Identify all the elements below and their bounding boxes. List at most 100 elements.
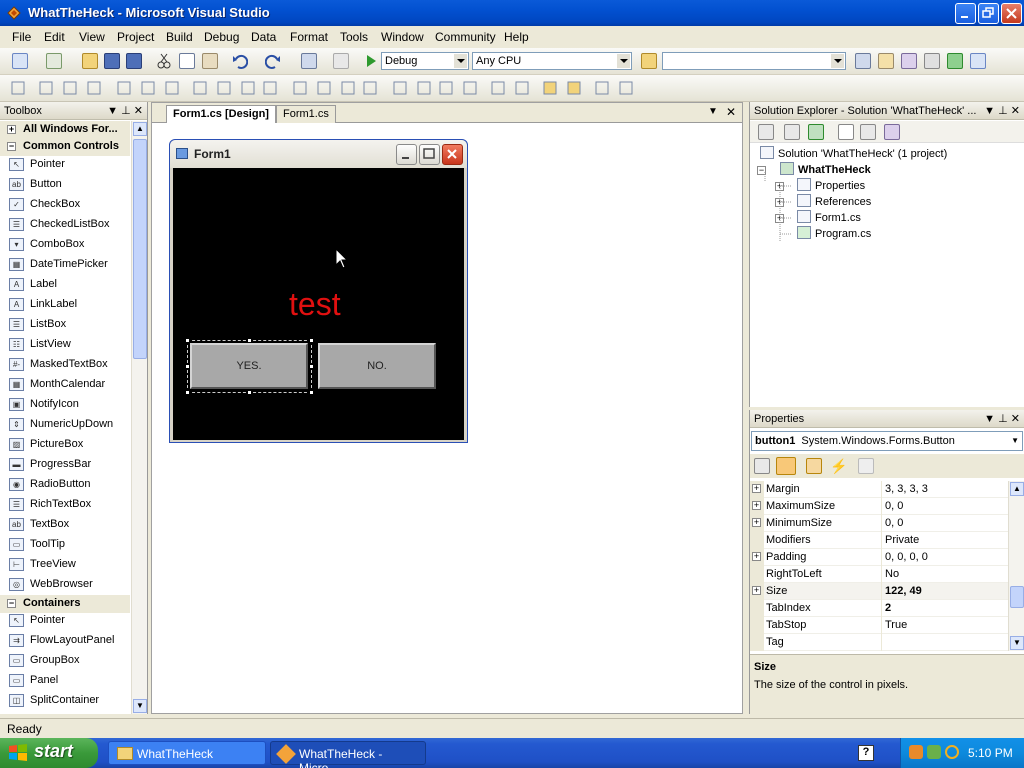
menu-file[interactable]: File	[12, 30, 31, 44]
form1-client-area[interactable]: test YES. NO.	[173, 168, 464, 440]
solution-configuration-combo[interactable]: Debug	[381, 52, 469, 70]
properties-view-icon[interactable]	[806, 458, 822, 474]
toolbox-item-webbrowser[interactable]: ◎ WebBrowser	[0, 575, 130, 595]
dropdown-icon[interactable]: ▼	[107, 105, 118, 117]
property-value[interactable]: 0, 0	[885, 517, 903, 529]
resize-handle[interactable]	[247, 338, 252, 343]
expand-icon[interactable]: +	[752, 552, 761, 561]
resize-handle[interactable]	[309, 390, 314, 395]
property-value[interactable]: 0, 0	[885, 500, 903, 512]
toolbox-item-checkbox[interactable]: ✓ CheckBox	[0, 195, 130, 215]
property-value[interactable]: No	[885, 568, 899, 580]
start-page-icon[interactable]	[947, 53, 963, 69]
redo-icon[interactable]	[265, 53, 281, 69]
property-row-tag[interactable]: Tag	[750, 634, 1008, 651]
navigate-forward-icon[interactable]	[333, 53, 349, 69]
pin-icon[interactable]: ⊥	[998, 413, 1008, 425]
toolbox-item-checkedlistbox[interactable]: ☰ CheckedListBox	[0, 215, 130, 235]
class-diagram-icon[interactable]	[884, 124, 900, 140]
paste-icon[interactable]	[202, 53, 218, 69]
minimize-button[interactable]	[955, 3, 976, 24]
cut-icon[interactable]	[156, 53, 172, 69]
expand-icon[interactable]: +	[7, 125, 16, 134]
pin-icon[interactable]: ⊥	[998, 105, 1008, 117]
tab-form1-code[interactable]: Form1.cs	[276, 105, 336, 123]
dropdown-icon[interactable]: ▼	[984, 105, 995, 117]
dropdown-icon[interactable]: ▼	[984, 413, 995, 425]
close-document-icon[interactable]: ✕	[726, 105, 736, 119]
menu-project[interactable]: Project	[117, 30, 154, 44]
toolbox-item-listbox[interactable]: ☰ ListBox	[0, 315, 130, 335]
start-button[interactable]: start	[0, 738, 98, 768]
toolbox-item-maskedtextbox[interactable]: #- MaskedTextBox	[0, 355, 130, 375]
property-row-minimumsize[interactable]: + MinimumSize 0, 0	[750, 515, 1008, 532]
property-row-modifiers[interactable]: Modifiers Private	[750, 532, 1008, 549]
menu-build[interactable]: Build	[166, 30, 193, 44]
properties-window-icon[interactable]	[878, 53, 894, 69]
menu-data[interactable]: Data	[251, 30, 276, 44]
open-file-icon[interactable]	[82, 53, 98, 69]
close-icon[interactable]: ✕	[1011, 105, 1020, 117]
toolbox-item-tooltip[interactable]: ▭ ToolTip	[0, 535, 130, 555]
expand-icon[interactable]: +	[752, 518, 761, 527]
menu-edit[interactable]: Edit	[44, 30, 65, 44]
property-row-righttoleft[interactable]: RightToLeft No	[750, 566, 1008, 583]
form-minimize-button[interactable]	[396, 144, 417, 165]
menu-format[interactable]: Format	[290, 30, 328, 44]
solution-platform-combo[interactable]: Any CPU	[472, 52, 632, 70]
toolbox-item-radiobutton[interactable]: ◉ RadioButton	[0, 475, 130, 495]
menu-tools[interactable]: Tools	[340, 30, 368, 44]
taskbar-item-visual-studio[interactable]: WhatTheHeck - Micro...	[270, 741, 426, 768]
collapse-icon[interactable]: −	[7, 142, 16, 151]
show-all-files-icon[interactable]	[784, 124, 800, 140]
form-maximize-button[interactable]	[419, 144, 440, 165]
scrollbar-thumb[interactable]	[133, 139, 147, 359]
object-selector-combo[interactable]: button1 System.Windows.Forms.Button ▼	[751, 431, 1023, 451]
resize-handle[interactable]	[309, 364, 314, 369]
properties-scrollbar[interactable]: ▲ ▼	[1008, 481, 1024, 651]
property-row-size[interactable]: + Size 122, 49	[750, 583, 1008, 600]
toolbox-item-combobox[interactable]: ▾ ComboBox	[0, 235, 130, 255]
find-combo[interactable]	[662, 52, 846, 70]
property-row-margin[interactable]: + Margin 3, 3, 3, 3	[750, 481, 1008, 498]
toolbox-item-linklabel[interactable]: A LinkLabel	[0, 295, 130, 315]
chevron-down-icon[interactable]	[831, 54, 844, 68]
scroll-down-icon[interactable]: ▼	[1010, 636, 1024, 650]
property-row-maximumsize[interactable]: + MaximumSize 0, 0	[750, 498, 1008, 515]
property-row-padding[interactable]: + Padding 0, 0, 0, 0	[750, 549, 1008, 566]
copy-icon[interactable]	[179, 53, 195, 69]
toolbox-item-pointer[interactable]: ↖ Pointer	[0, 155, 130, 175]
scroll-up-icon[interactable]: ▲	[1010, 482, 1024, 496]
toolbox-category-common-controls[interactable]: − Common Controls	[0, 138, 130, 156]
command-window-icon[interactable]	[970, 53, 986, 69]
form1-title-bar[interactable]: Form1	[170, 140, 467, 168]
object-browser-icon[interactable]	[901, 53, 917, 69]
chevron-down-icon[interactable]	[617, 54, 630, 68]
toolbox-item-groupbox[interactable]: ▭ GroupBox	[0, 651, 130, 671]
scroll-down-icon[interactable]: ▼	[133, 699, 147, 713]
property-value[interactable]: True	[885, 619, 907, 631]
property-value[interactable]: 0, 0, 0, 0	[885, 551, 928, 563]
resize-handle[interactable]	[185, 390, 190, 395]
toolbox-item-monthcalendar[interactable]: ▦ MonthCalendar	[0, 375, 130, 395]
expand-icon[interactable]: +	[752, 484, 761, 493]
property-row-tabstop[interactable]: TabStop True	[750, 617, 1008, 634]
refresh-icon[interactable]	[808, 124, 824, 140]
close-icon[interactable]: ✕	[1011, 413, 1020, 425]
toolbox-item-richtextbox[interactable]: ☰ RichTextBox	[0, 495, 130, 515]
toolbox-item-notifyicon[interactable]: ▣ NotifyIcon	[0, 395, 130, 415]
find-in-files-icon[interactable]	[641, 53, 657, 69]
toolbox-item-panel[interactable]: ▭ Panel	[0, 671, 130, 691]
taskbar-item-explorer[interactable]: WhatTheHeck	[108, 741, 266, 765]
menu-view[interactable]: View	[79, 30, 105, 44]
scroll-up-icon[interactable]: ▲	[133, 122, 147, 136]
expand-icon[interactable]: +	[752, 586, 761, 595]
menu-window[interactable]: Window	[381, 30, 424, 44]
form1-design-surface[interactable]: Form1 test YES. NO.	[169, 139, 468, 443]
toolbox-item-datetimepicker[interactable]: ▦ DateTimePicker	[0, 255, 130, 275]
tab-list-dropdown-icon[interactable]: ▼	[708, 106, 718, 117]
undo-icon[interactable]	[232, 53, 248, 69]
window-title-bar[interactable]: WhatTheHeck - Microsoft Visual Studio	[0, 0, 1024, 26]
solution-explorer-icon[interactable]	[855, 53, 871, 69]
close-icon[interactable]: ✕	[134, 105, 143, 117]
